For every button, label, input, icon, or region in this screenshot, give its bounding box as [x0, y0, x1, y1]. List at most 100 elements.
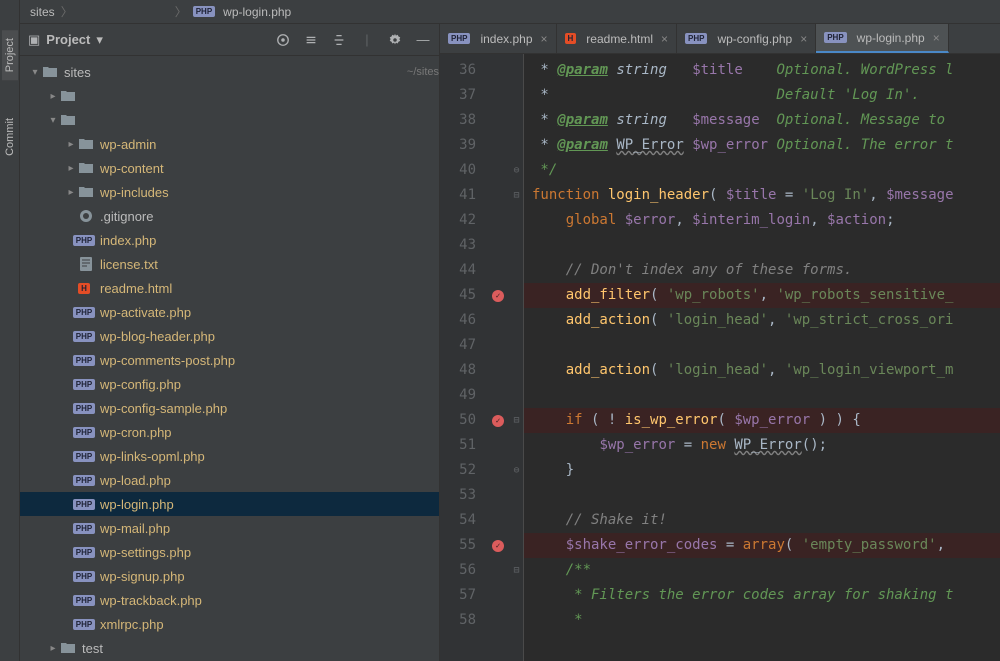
line-number[interactable]: 49: [440, 383, 486, 408]
tree-row-wp-activate.php[interactable]: PHPwp-activate.php: [20, 300, 439, 324]
breakpoint-slot[interactable]: [486, 383, 510, 408]
tree-row-[interactable]: ▸: [20, 84, 439, 108]
close-icon[interactable]: ×: [933, 31, 940, 45]
breakpoint-slot[interactable]: [486, 58, 510, 83]
tree-row-wp-admin[interactable]: ▸wp-admin: [20, 132, 439, 156]
tree-row-xmlrpc.php[interactable]: PHPxmlrpc.php: [20, 612, 439, 636]
code-area[interactable]: * @param string $title Optional. WordPre…: [524, 54, 1000, 661]
breakpoint-slot[interactable]: [486, 558, 510, 583]
tree-row-wp-load.php[interactable]: PHPwp-load.php: [20, 468, 439, 492]
code-line[interactable]: * @param string $message Optional. Messa…: [524, 108, 1000, 133]
line-number[interactable]: 56: [440, 558, 486, 583]
code-line[interactable]: $shake_error_codes = array( 'empty_passw…: [524, 533, 1000, 558]
tree-row-.gitignore[interactable]: .gitignore: [20, 204, 439, 228]
breakpoint-slot[interactable]: [486, 458, 510, 483]
line-number[interactable]: 54: [440, 508, 486, 533]
breakpoint-slot[interactable]: [486, 83, 510, 108]
breadcrumb-file[interactable]: PHP wp-login.php: [193, 5, 292, 19]
tree-row-wp-links-opml.php[interactable]: PHPwp-links-opml.php: [20, 444, 439, 468]
breadcrumb-root[interactable]: sites: [30, 5, 55, 19]
breakpoint-slot[interactable]: [486, 433, 510, 458]
tree-row-[interactable]: ▾: [20, 108, 439, 132]
breakpoint-gutter[interactable]: [486, 54, 510, 661]
code-line[interactable]: // Shake it!: [524, 508, 1000, 533]
tree-row-test[interactable]: ▸test: [20, 636, 439, 660]
tree-row-wp-includes[interactable]: ▸wp-includes: [20, 180, 439, 204]
breakpoint-slot[interactable]: [486, 208, 510, 233]
code-line[interactable]: function login_header( $title = 'Log In'…: [524, 183, 1000, 208]
code-line[interactable]: *: [524, 608, 1000, 633]
breakpoint-slot[interactable]: [486, 133, 510, 158]
fold-toggle[interactable]: ⊖: [510, 458, 523, 483]
line-number[interactable]: 41: [440, 183, 486, 208]
code-line[interactable]: $wp_error = new WP_Error();: [524, 433, 1000, 458]
tree-row-wp-signup.php[interactable]: PHPwp-signup.php: [20, 564, 439, 588]
breakpoint-icon[interactable]: [492, 290, 504, 302]
chevron-icon[interactable]: ▸: [46, 91, 60, 102]
code-line[interactable]: [524, 383, 1000, 408]
code-line[interactable]: }: [524, 458, 1000, 483]
project-tool-tab[interactable]: Project: [2, 30, 18, 80]
breakpoint-slot[interactable]: [486, 308, 510, 333]
close-icon[interactable]: ×: [661, 32, 668, 46]
line-number[interactable]: 52: [440, 458, 486, 483]
code-line[interactable]: add_filter( 'wp_robots', 'wp_robots_sens…: [524, 283, 1000, 308]
breakpoint-slot[interactable]: [486, 333, 510, 358]
fold-toggle[interactable]: ⊟: [510, 408, 523, 433]
tree-row-wp-blog-header.php[interactable]: PHPwp-blog-header.php: [20, 324, 439, 348]
code-line[interactable]: * Default 'Log In'.: [524, 83, 1000, 108]
close-icon[interactable]: ×: [541, 32, 548, 46]
breakpoint-slot[interactable]: [486, 183, 510, 208]
breakpoint-slot[interactable]: [486, 533, 510, 558]
tree-row-wp-trackback.php[interactable]: PHPwp-trackback.php: [20, 588, 439, 612]
select-opened-file-icon[interactable]: [275, 32, 291, 48]
breakpoint-slot[interactable]: [486, 408, 510, 433]
line-number[interactable]: 51: [440, 433, 486, 458]
breakpoint-slot[interactable]: [486, 508, 510, 533]
breakpoint-slot[interactable]: [486, 608, 510, 633]
line-number[interactable]: 39: [440, 133, 486, 158]
breakpoint-slot[interactable]: [486, 158, 510, 183]
code-line[interactable]: */: [524, 158, 1000, 183]
code-line[interactable]: * Filters the error codes array for shak…: [524, 583, 1000, 608]
line-number[interactable]: 53: [440, 483, 486, 508]
breakpoint-slot[interactable]: [486, 283, 510, 308]
breakpoint-slot[interactable]: [486, 108, 510, 133]
gear-icon[interactable]: [387, 32, 403, 48]
chevron-icon[interactable]: ▾: [28, 67, 42, 78]
project-tree[interactable]: ▾sites~/sites▸▾▸wp-admin▸wp-content▸wp-i…: [20, 56, 439, 661]
code-line[interactable]: * @param WP_Error $wp_error Optional. Th…: [524, 133, 1000, 158]
code-line[interactable]: // Don't index any of these forms.: [524, 258, 1000, 283]
editor-tab-wp-config.php[interactable]: PHPwp-config.php×: [677, 24, 816, 53]
tree-row-wp-config-sample.php[interactable]: PHPwp-config-sample.php: [20, 396, 439, 420]
breakpoint-slot[interactable]: [486, 258, 510, 283]
fold-toggle[interactable]: ⊟: [510, 183, 523, 208]
tree-row-wp-login.php[interactable]: PHPwp-login.php: [20, 492, 439, 516]
fold-gutter[interactable]: ⊖⊟⊟⊖⊟: [510, 54, 524, 661]
line-number[interactable]: 48: [440, 358, 486, 383]
chevron-down-icon[interactable]: ▾: [96, 32, 103, 48]
close-icon[interactable]: ×: [800, 32, 807, 46]
editor-tab-index.php[interactable]: PHPindex.php×: [440, 24, 557, 53]
line-number[interactable]: 45: [440, 283, 486, 308]
line-number[interactable]: 40: [440, 158, 486, 183]
chevron-icon[interactable]: ▾: [46, 115, 60, 126]
line-number[interactable]: 42: [440, 208, 486, 233]
collapse-all-icon[interactable]: [331, 32, 347, 48]
tree-row-license.txt[interactable]: license.txt: [20, 252, 439, 276]
line-number[interactable]: 38: [440, 108, 486, 133]
tree-row-wp-content[interactable]: ▸wp-content: [20, 156, 439, 180]
line-number[interactable]: 37: [440, 83, 486, 108]
code-line[interactable]: [524, 333, 1000, 358]
tree-row-wp-settings.php[interactable]: PHPwp-settings.php: [20, 540, 439, 564]
line-number[interactable]: 55: [440, 533, 486, 558]
line-number[interactable]: 50: [440, 408, 486, 433]
tree-row-index.php[interactable]: PHPindex.php: [20, 228, 439, 252]
line-number[interactable]: 46: [440, 308, 486, 333]
chevron-icon[interactable]: ▸: [46, 643, 60, 654]
code-line[interactable]: [524, 483, 1000, 508]
line-number[interactable]: 43: [440, 233, 486, 258]
breakpoint-slot[interactable]: [486, 583, 510, 608]
line-number[interactable]: 36: [440, 58, 486, 83]
code-line[interactable]: add_action( 'login_head', 'wp_login_view…: [524, 358, 1000, 383]
